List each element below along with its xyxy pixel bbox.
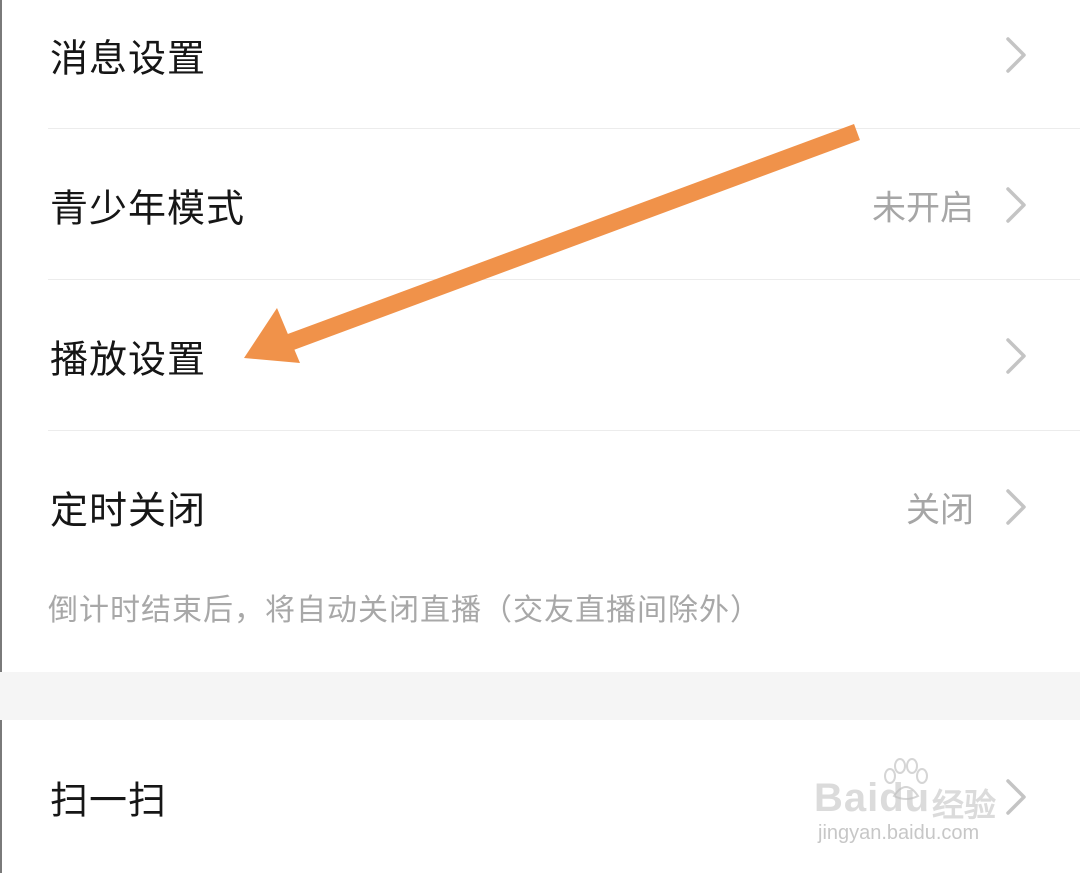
chevron-right-icon xyxy=(1006,187,1026,223)
divider xyxy=(48,430,1080,431)
row-youth-mode[interactable]: 青少年模式 未开启 xyxy=(0,130,1080,280)
youth-mode-status: 未开启 xyxy=(872,188,974,229)
baidu-jingyan-watermark: Baidu 经验 jingyan.baidu.com xyxy=(814,758,1024,858)
row-label: 青少年模式 xyxy=(50,186,246,231)
row-label: 播放设置 xyxy=(50,337,207,382)
settings-screen: 消息设置 青少年模式 未开启 播放设置 定时关闭 关闭 倒计时结束后，将自动关闭… xyxy=(0,0,1080,873)
chevron-right-icon xyxy=(1006,338,1026,374)
chevron-right-icon xyxy=(1006,37,1026,73)
timer-close-hint: 倒计时结束后，将自动关闭直播（交友直播间除外） xyxy=(48,593,761,628)
watermark-cn: 经验 xyxy=(932,786,997,824)
section-separator xyxy=(0,672,1080,720)
row-label: 扫一扫 xyxy=(50,778,168,823)
row-label: 消息设置 xyxy=(50,36,207,81)
divider xyxy=(48,128,1080,129)
row-label: 定时关闭 xyxy=(50,488,207,533)
row-message-settings[interactable]: 消息设置 xyxy=(0,0,1080,130)
watermark-brand: Baidu xyxy=(814,776,931,820)
row-playback-settings[interactable]: 播放设置 xyxy=(0,281,1080,431)
watermark-url: jingyan.baidu.com xyxy=(818,822,980,844)
timer-close-status: 关闭 xyxy=(906,490,974,531)
divider xyxy=(48,279,1080,280)
chevron-right-icon xyxy=(1006,489,1026,525)
row-timer-close[interactable]: 定时关闭 关闭 xyxy=(0,432,1080,582)
